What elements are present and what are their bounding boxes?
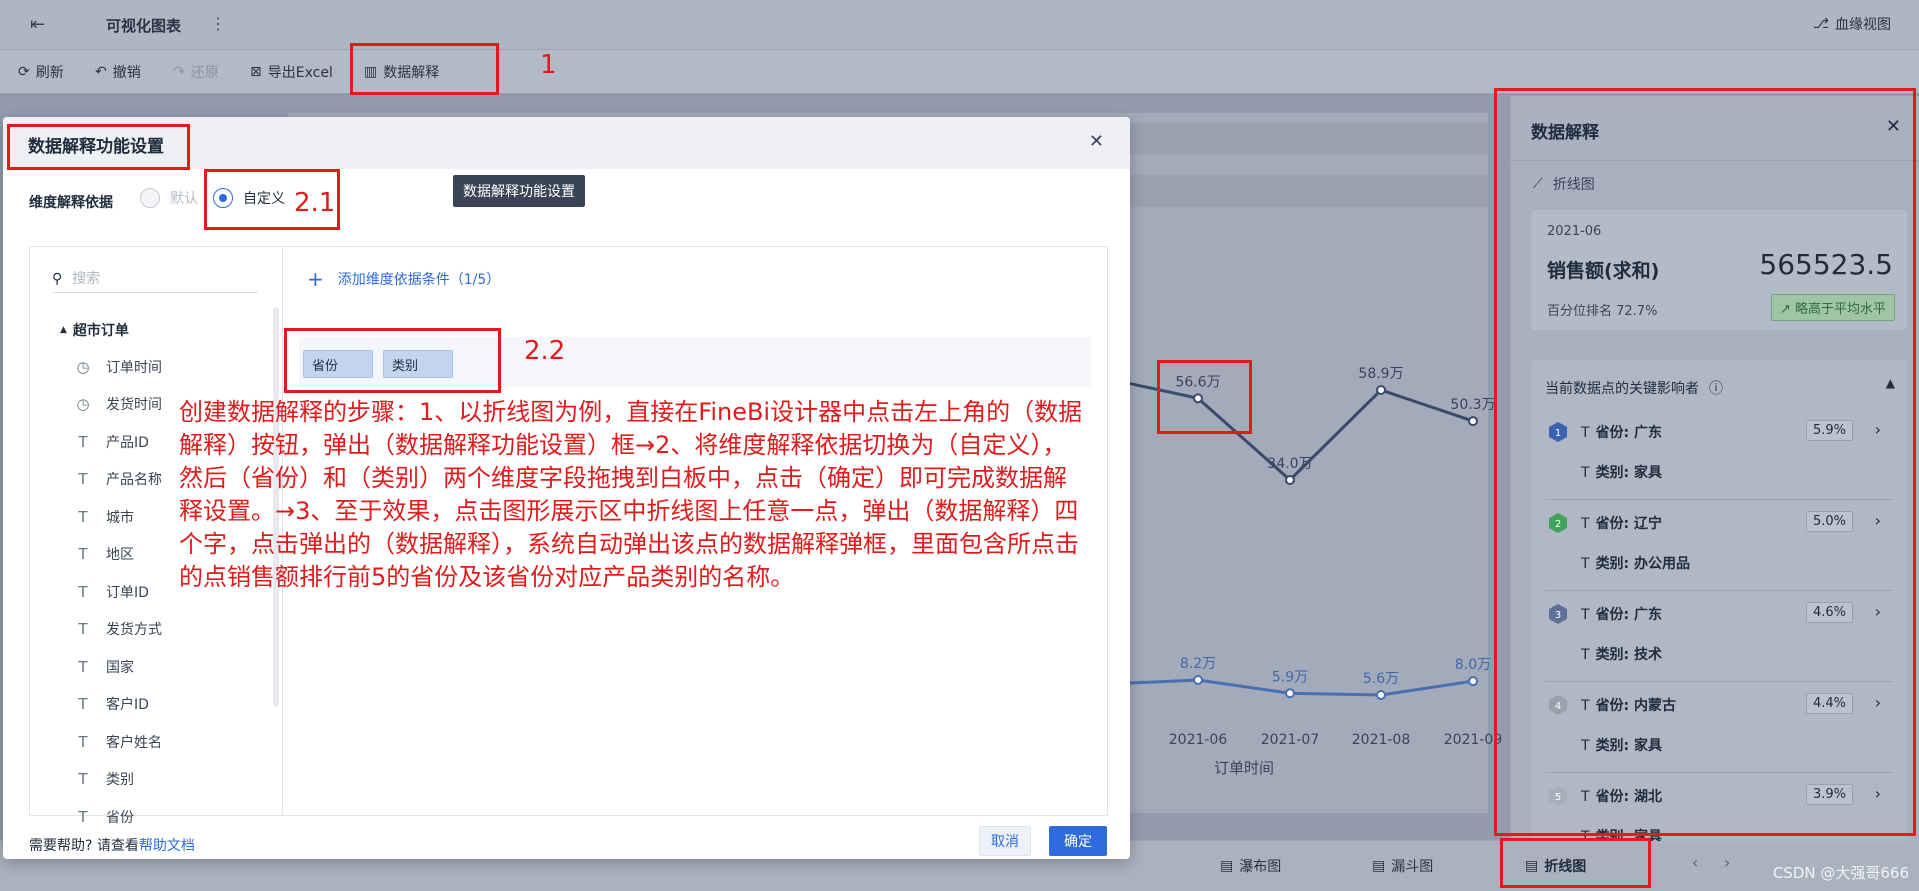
annotation-box bbox=[7, 124, 190, 170]
field-item[interactable]: T 发货方式 bbox=[74, 611, 274, 649]
x-tick-label: 2021-07 bbox=[1261, 732, 1320, 748]
field-label: 城市 bbox=[106, 509, 134, 526]
text-type-icon: T bbox=[78, 507, 88, 526]
data-point[interactable] bbox=[1468, 416, 1478, 427]
tab-label: 漏斗图 bbox=[1391, 859, 1434, 875]
field-label: 产品ID bbox=[106, 434, 149, 451]
field-label: 发货方式 bbox=[106, 622, 162, 639]
funnel-chart-icon: ▤ bbox=[1372, 858, 1386, 874]
data-point[interactable] bbox=[1285, 475, 1295, 485]
text-type-icon: T bbox=[78, 695, 88, 714]
watermark: CSDN @大强哥666 bbox=[1772, 864, 1909, 882]
annotation-number: 1 bbox=[540, 50, 557, 80]
radio-default[interactable]: 默认 bbox=[140, 188, 198, 208]
field-label: 类别 bbox=[106, 772, 134, 789]
dimension-basis-label: 维度解释依据 bbox=[29, 195, 113, 211]
field-label: 产品名称 bbox=[106, 472, 162, 489]
field-item[interactable]: ◷ 订单时间 bbox=[74, 348, 274, 386]
tree-root-label: 超市订单 bbox=[72, 323, 129, 339]
annotation-box bbox=[350, 43, 499, 95]
text-type-icon: T bbox=[78, 545, 88, 564]
text-type-icon: T bbox=[78, 620, 88, 639]
field-item[interactable]: T 类别 bbox=[74, 761, 274, 799]
tab-label: 瀑布图 bbox=[1239, 859, 1282, 875]
annotation-number: 2.2 bbox=[524, 336, 566, 366]
help-doc-link[interactable]: 帮助文档 bbox=[139, 838, 195, 854]
annotation-text: 创建数据解释的步骤：1、以折线图为例，直接在FineBi设计器中点击左上角的（数… bbox=[179, 398, 1083, 591]
field-label: 发货时间 bbox=[106, 397, 162, 414]
field-label: 订单ID bbox=[106, 584, 149, 601]
tooltip: 数据解释功能设置 bbox=[453, 175, 585, 207]
radio-circle bbox=[140, 188, 160, 208]
field-item[interactable]: T 国家 bbox=[74, 648, 274, 686]
annotation-box bbox=[284, 328, 501, 393]
data-point[interactable] bbox=[1376, 690, 1386, 700]
search-input[interactable] bbox=[72, 270, 233, 287]
annotation-box bbox=[1500, 838, 1651, 888]
annotation-number: 2.1 bbox=[294, 188, 336, 218]
text-type-icon: T bbox=[78, 657, 88, 676]
text-type-icon: T bbox=[78, 732, 88, 751]
field-item[interactable]: T 省份 bbox=[74, 798, 274, 836]
data-label: 34.0万 bbox=[1267, 456, 1312, 472]
search-icon: ⚲ bbox=[52, 270, 63, 287]
data-label: 58.9万 bbox=[1358, 366, 1403, 382]
chevron-left-icon[interactable]: ‹ bbox=[1692, 853, 1698, 872]
waterfall-chart-icon: ▤ bbox=[1220, 858, 1234, 874]
add-condition-button[interactable]: + 添加维度依据条件（1/5） bbox=[307, 269, 500, 289]
text-type-icon: T bbox=[78, 770, 88, 789]
text-type-icon: T bbox=[78, 470, 88, 489]
tab-waterfall[interactable]: ▤ 瀑布图 bbox=[1220, 856, 1281, 876]
clock-icon: ◷ bbox=[76, 395, 90, 414]
chevron-right-icon[interactable]: › bbox=[1724, 853, 1730, 872]
field-label: 地区 bbox=[106, 547, 134, 564]
data-point[interactable] bbox=[1193, 675, 1203, 685]
field-label: 国家 bbox=[106, 659, 134, 676]
field-item[interactable]: T 客户ID bbox=[74, 686, 274, 724]
data-label: 5.6万 bbox=[1363, 671, 1399, 687]
data-label: 50.3万 bbox=[1450, 397, 1495, 413]
field-item[interactable]: T 客户姓名 bbox=[74, 723, 274, 761]
data-point[interactable] bbox=[1285, 688, 1295, 699]
tab-funnel[interactable]: ▤ 漏斗图 bbox=[1372, 856, 1433, 876]
tree-root-node[interactable]: ▲ 超市订单 bbox=[60, 320, 129, 340]
annotation-box bbox=[1157, 360, 1252, 434]
plus-icon: + bbox=[307, 267, 324, 291]
field-label: 省份 bbox=[106, 809, 134, 826]
data-label: 5.9万 bbox=[1272, 669, 1308, 685]
data-point[interactable] bbox=[1468, 676, 1478, 687]
x-tick-label: 2021-06 bbox=[1169, 732, 1228, 748]
cancel-button[interactable]: 取消 bbox=[979, 826, 1031, 856]
data-label: 8.0万 bbox=[1455, 657, 1491, 673]
field-label: 订单时间 bbox=[106, 359, 162, 376]
text-type-icon: T bbox=[78, 807, 88, 826]
clock-icon: ◷ bbox=[76, 357, 90, 376]
caret-down-icon: ▲ bbox=[60, 325, 67, 335]
help-prefix: 需要帮助? 请查看 bbox=[29, 838, 139, 854]
field-label: 客户姓名 bbox=[106, 734, 162, 751]
ok-button[interactable]: 确定 bbox=[1049, 826, 1107, 856]
x-axis-label: 订单时间 bbox=[1214, 759, 1274, 777]
annotation-box bbox=[1494, 88, 1916, 836]
close-icon[interactable]: ✕ bbox=[1089, 131, 1104, 152]
text-type-icon: T bbox=[78, 432, 88, 451]
add-condition-label: 添加维度依据条件（1/5） bbox=[337, 272, 501, 288]
x-tick-label: 2021-08 bbox=[1352, 732, 1411, 748]
help-text: 需要帮助? 请查看帮助文档 bbox=[29, 835, 195, 855]
data-point[interactable] bbox=[1376, 385, 1386, 395]
search-field: ⚲ bbox=[52, 265, 258, 293]
radio-label: 默认 bbox=[170, 191, 198, 207]
field-label: 客户ID bbox=[106, 697, 149, 714]
data-label: 8.2万 bbox=[1180, 656, 1216, 672]
text-type-icon: T bbox=[78, 582, 88, 601]
